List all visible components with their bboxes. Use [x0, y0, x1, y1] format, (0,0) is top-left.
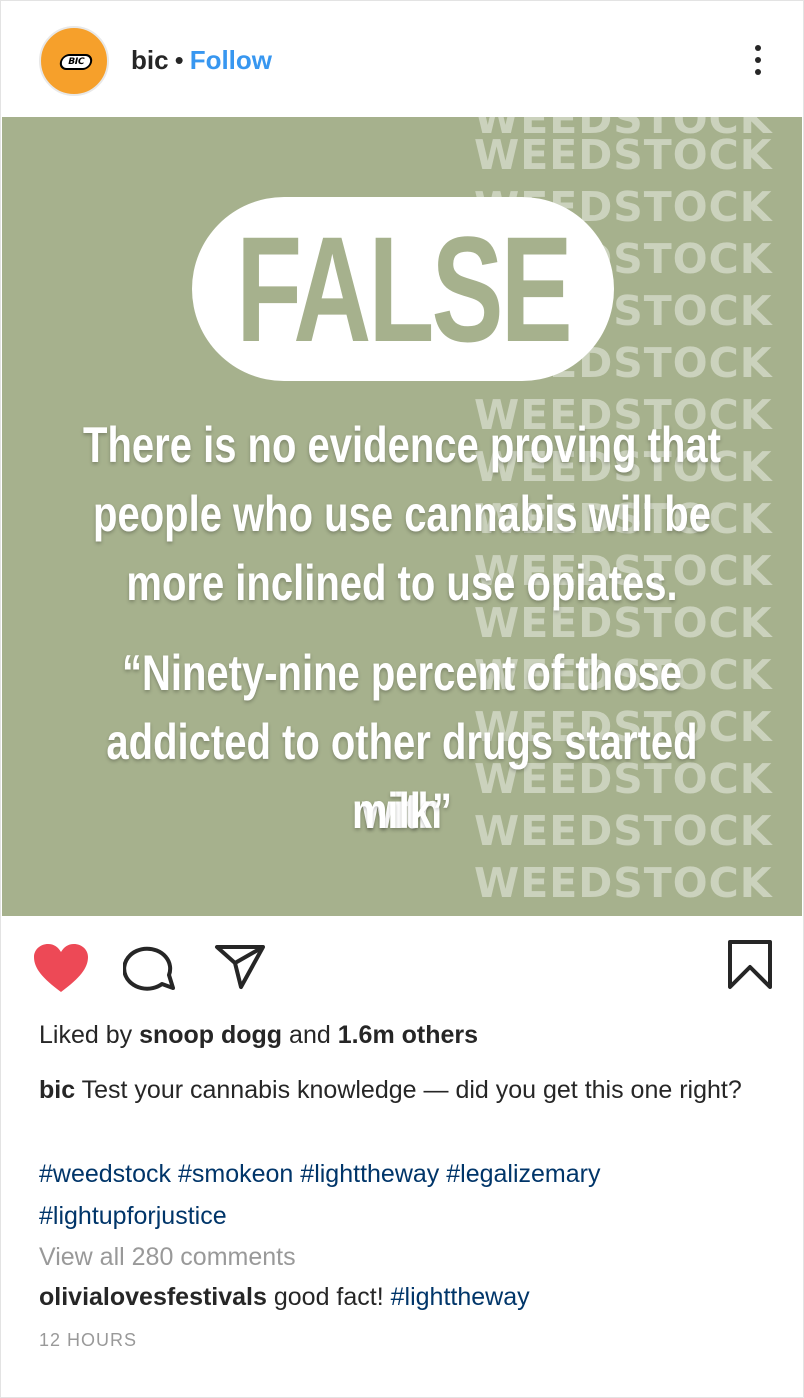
post-timestamp: 12 HOURS	[39, 1330, 138, 1350]
hashtag-link[interactable]: #weedstock	[39, 1160, 171, 1188]
follow-button[interactable]: Follow	[190, 45, 272, 75]
likes-prefix: Liked by	[39, 1021, 140, 1049]
fact-line: people who use cannabis will be	[93, 486, 711, 542]
username-line: bic • Follow	[131, 45, 272, 76]
post-image[interactable]: WEEDSTOCK WEEDSTOCK WEEDSTOCK WEEDSTOCK …	[2, 117, 802, 916]
verdict-badge: FALSE	[192, 197, 614, 381]
comment-row: olivialovesfestivals good fact! #lightth…	[39, 1283, 530, 1312]
likes-summary: Liked by snoop dogg and 1.6m others	[39, 1021, 478, 1050]
post-username[interactable]: bic	[131, 45, 169, 75]
quote-line: “Ninety-nine percent of those	[121, 645, 683, 701]
verdict-text: FALSE	[236, 204, 573, 373]
caption-hashtags: #weedstock #smokeon #lighttheway #legali…	[39, 1153, 759, 1237]
liked-by-user[interactable]: snoop dogg	[139, 1021, 282, 1049]
heart-icon[interactable]	[32, 942, 90, 994]
share-icon[interactable]	[213, 943, 267, 991]
fact-line: There is no evidence proving that	[83, 417, 721, 473]
hashtag-link[interactable]: #lighttheway	[300, 1160, 439, 1188]
watermark-line: WEEDSTOCK	[474, 859, 773, 907]
separator-dot: •	[174, 45, 184, 75]
caption-text: Test your cannabis knowledge — did you g…	[81, 1076, 742, 1104]
fact-line: more inclined to use opiates.	[126, 555, 678, 611]
action-bar	[1, 917, 803, 1017]
hashtag-link[interactable]: #lightupforjustice	[39, 1202, 227, 1230]
hashtag-link[interactable]: #legalizemary	[446, 1160, 600, 1188]
comment-icon[interactable]	[122, 943, 177, 993]
caption-username[interactable]: bic	[39, 1076, 75, 1104]
likes-mid: and	[282, 1021, 338, 1049]
avatar[interactable]: BIC	[39, 26, 109, 96]
bic-logo: BIC	[58, 54, 94, 70]
watermark-line: WEEDSTOCK	[474, 131, 773, 179]
view-all-comments-link[interactable]: View all 280 comments	[39, 1243, 296, 1272]
hashtag-link[interactable]: #lighttheway	[391, 1283, 530, 1311]
quote-line: milk”	[351, 783, 453, 839]
comment-username[interactable]: olivialovesfestivals	[39, 1283, 267, 1311]
more-vertical-icon[interactable]	[749, 43, 767, 77]
logo-text: BIC	[66, 57, 86, 67]
post-header: BIC bic • Follow	[1, 1, 803, 117]
comment-text: good fact!	[273, 1283, 384, 1311]
bookmark-icon[interactable]	[726, 939, 776, 993]
likes-count[interactable]: 1.6m others	[338, 1021, 478, 1049]
hashtag-link[interactable]: #smokeon	[178, 1160, 293, 1188]
caption: bic Test your cannabis knowledge — did y…	[39, 1069, 759, 1111]
instagram-post: BIC bic • Follow WEEDSTOCK WEEDSTOCK WEEDS…	[0, 0, 804, 1398]
